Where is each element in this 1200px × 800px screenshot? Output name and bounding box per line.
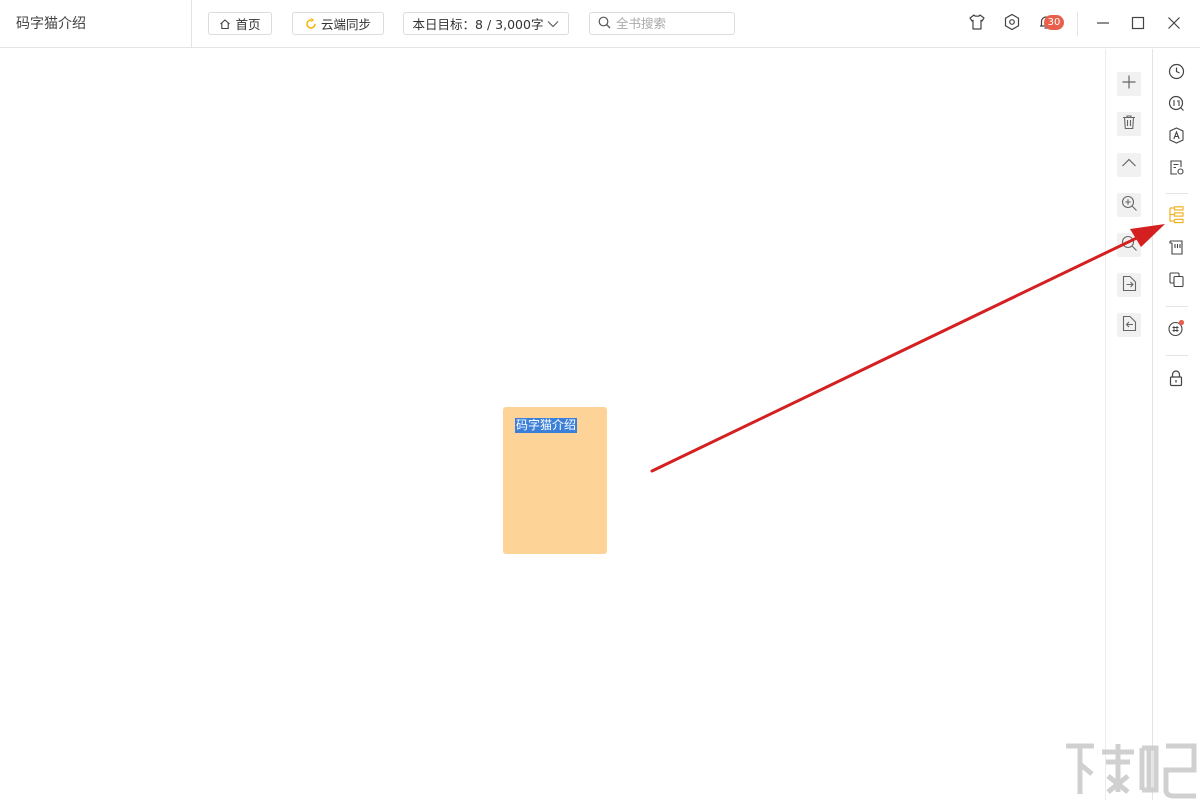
book-title: 码字猫介绍 [16, 16, 86, 32]
outline-card[interactable]: 码字猫介绍 [503, 407, 607, 554]
maximize-button[interactable] [1128, 14, 1148, 34]
sidebar-separator [1166, 355, 1188, 356]
notification-badge: 30 [1044, 15, 1064, 30]
title-bar: 码字猫介绍 首页 云端同步 本日目标：8 / 3,000字 全书搜索 30 [0, 0, 1200, 48]
add-card-button[interactable] [1117, 72, 1141, 96]
timeline-icon [1168, 239, 1185, 260]
outline-button-active[interactable] [1165, 206, 1187, 228]
chat-button[interactable] [1165, 319, 1187, 341]
zoom-out-button[interactable] [1117, 233, 1141, 257]
chat-icon [1167, 319, 1185, 341]
annotation-arrow [650, 224, 1165, 473]
settings-icon [1003, 13, 1021, 35]
spellcheck-icon [1168, 126, 1185, 148]
close-button[interactable] [1164, 14, 1184, 34]
import-icon [1121, 315, 1138, 336]
sidebar-separator [1166, 193, 1188, 194]
copy-icon [1168, 271, 1185, 292]
right-sidebar-divider [1152, 49, 1153, 800]
lock-button[interactable] [1165, 369, 1187, 391]
zoom-in-icon [1121, 195, 1138, 216]
search-input[interactable] [616, 16, 726, 31]
canvas-tool-divider [1105, 49, 1106, 800]
sidebar-separator [1166, 306, 1188, 307]
home-button[interactable]: 首页 [208, 12, 272, 35]
card-title-selected[interactable]: 码字猫介绍 [515, 418, 578, 433]
skin-button[interactable] [967, 14, 987, 34]
minimize-button[interactable] [1093, 14, 1113, 34]
plus-icon [1121, 74, 1137, 94]
timeline-button[interactable] [1165, 238, 1187, 260]
daily-goal-dropdown[interactable]: 本日目标：8 / 3,000字 [403, 12, 569, 35]
chevron-down-icon [547, 20, 559, 28]
history-button[interactable] [1165, 62, 1187, 84]
zoom-in-button[interactable] [1117, 193, 1141, 217]
window-controls-divider [1077, 12, 1078, 36]
maximize-icon [1131, 15, 1145, 34]
sync-label: 云端同步 [320, 17, 371, 32]
trash-icon [1121, 114, 1137, 134]
home-icon [219, 18, 231, 30]
outline-icon [1167, 206, 1185, 228]
stats-icon [1168, 95, 1185, 116]
statistics-button[interactable] [1165, 94, 1187, 116]
cloud-sync-button[interactable]: 云端同步 [292, 12, 384, 35]
title-divider [191, 0, 192, 48]
home-label: 首页 [235, 17, 261, 32]
note-icon [1168, 159, 1185, 180]
notes-button[interactable] [1165, 158, 1187, 180]
history-clock-icon [1168, 63, 1185, 84]
spellcheck-button[interactable] [1165, 126, 1187, 148]
sync-icon [305, 17, 317, 30]
lock-icon [1168, 369, 1184, 391]
zoom-out-icon [1121, 235, 1138, 256]
export-button[interactable] [1117, 273, 1141, 297]
import-button[interactable] [1117, 313, 1141, 337]
settings-button[interactable] [1002, 13, 1022, 35]
search-box[interactable] [589, 12, 735, 35]
search-icon [598, 14, 611, 33]
minimize-icon [1096, 15, 1110, 34]
close-icon [1167, 15, 1181, 34]
delete-card-button[interactable] [1117, 112, 1141, 136]
skin-shirt-icon [968, 13, 986, 35]
watermark-logo [1066, 743, 1197, 799]
chevron-up-icon [1121, 155, 1137, 175]
move-up-button[interactable] [1117, 153, 1141, 177]
copy-button[interactable] [1165, 270, 1187, 292]
export-icon [1121, 275, 1138, 296]
daily-goal-label: 本日目标：8 / 3,000字 [412, 17, 544, 32]
